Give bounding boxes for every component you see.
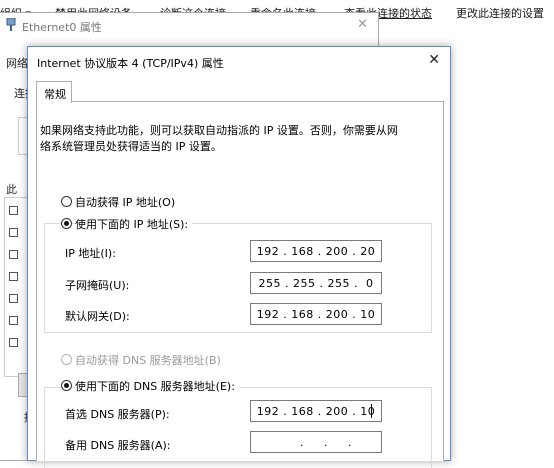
auto-ip-radio[interactable] xyxy=(61,196,72,207)
preferred-dns-label: 首选 DNS 服务器(P): xyxy=(65,408,170,421)
dialog-title: Internet 协议版本 4 (TCP/IPv4) 属性 xyxy=(37,57,224,70)
ipv4-properties-dialog: Internet 协议版本 4 (TCP/IPv4) 属性 ✕ 常规 如果网络支… xyxy=(27,46,451,468)
ip-address-label: IP 地址(I): xyxy=(65,247,116,260)
close-icon[interactable]: ✕ xyxy=(428,52,440,68)
subnet-mask-field[interactable]: 255 . 255 . 255 . 0 xyxy=(250,272,382,294)
ethernet-window-title: Ethernet0 属性 xyxy=(22,21,102,34)
auto-ip-label[interactable]: 自动获得 IP 地址(O) xyxy=(75,194,175,210)
manual-dns-label[interactable]: 使用下面的 DNS 服务器地址(E): xyxy=(75,378,239,394)
network-adapter-icon xyxy=(6,18,16,31)
manual-dns-radio[interactable] xyxy=(61,380,72,391)
default-gateway-field[interactable]: 192 . 168 . 200 . 10 xyxy=(250,303,382,325)
checkbox[interactable] xyxy=(9,294,18,303)
manual-ip-label[interactable]: 使用下面的 IP 地址(S): xyxy=(75,216,193,232)
ip-address-field[interactable]: 192 . 168 . 200 . 20 xyxy=(250,240,382,262)
default-gateway-value: 192 . 168 . 200 . 10 xyxy=(256,308,376,321)
dialog-titlebar: Internet 协议版本 4 (TCP/IPv4) 属性 ✕ xyxy=(28,47,450,75)
change-settings-command[interactable]: 更改此连接的设置 xyxy=(456,5,544,21)
description-text: 如果网络支持此功能，则可以获取自动指派的 IP 设置。否则，你需要从网络系统管理… xyxy=(40,124,398,153)
checkbox[interactable] xyxy=(9,228,18,237)
tab-general[interactable]: 常规 xyxy=(36,81,72,103)
preferred-dns-value: 192 . 168 . 200 . 10 xyxy=(256,405,376,418)
manual-ip-radio[interactable] xyxy=(61,218,72,229)
checkbox[interactable] xyxy=(9,206,18,215)
components-list-fragment[interactable] xyxy=(4,197,28,377)
checkbox[interactable] xyxy=(9,316,18,325)
alternate-dns-value: . . . xyxy=(280,436,352,449)
checkbox[interactable] xyxy=(9,272,18,281)
alternate-dns-label: 备用 DNS 服务器(A): xyxy=(65,439,171,452)
ip-address-value: 192 . 168 . 200 . 20 xyxy=(256,245,376,258)
auto-dns-label[interactable]: 自动获得 DNS 服务器地址(B) xyxy=(75,352,221,368)
default-gateway-label: 默认网关(D): xyxy=(65,310,130,323)
ethernet-titlebar: Ethernet0 属性 ✕ xyxy=(0,13,378,37)
components-label-fragment: 此 xyxy=(6,183,17,196)
network-tab-fragment[interactable]: 网络 xyxy=(6,55,28,71)
tab-general-label: 常规 xyxy=(44,88,66,101)
subnet-mask-value: 255 . 255 . 255 . 0 xyxy=(258,277,374,290)
text-caret xyxy=(371,404,372,418)
auto-dns-radio[interactable] xyxy=(61,354,72,365)
checkbox[interactable] xyxy=(9,338,18,347)
close-icon[interactable]: ✕ xyxy=(357,17,368,32)
checkbox[interactable] xyxy=(9,250,18,259)
subnet-mask-label: 子网掩码(U): xyxy=(65,279,130,292)
preferred-dns-field[interactable]: 192 . 168 . 200 . 10 xyxy=(250,400,382,422)
alternate-dns-field[interactable]: . . . xyxy=(250,431,382,453)
